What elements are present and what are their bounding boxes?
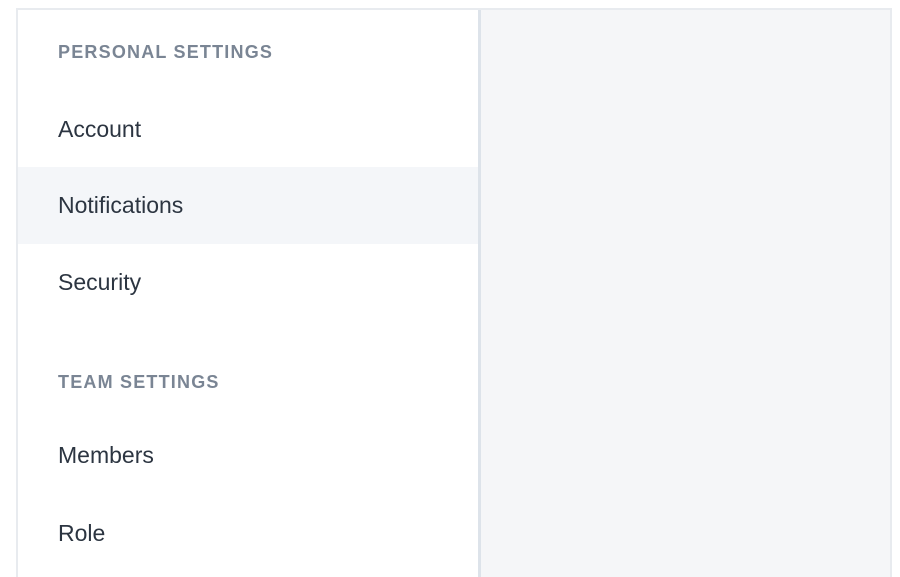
- sidebar-item-account[interactable]: Account: [18, 91, 478, 168]
- sidebar-item-notifications[interactable]: Notifications: [18, 167, 478, 244]
- settings-sidebar: PERSONAL SETTINGS Account Notifications …: [18, 10, 478, 577]
- sidebar-item-security[interactable]: Security: [18, 244, 478, 321]
- personal-settings-heading: PERSONAL SETTINGS: [58, 42, 274, 62]
- sidebar-item-role[interactable]: Role: [18, 495, 478, 572]
- sidebar-item-members[interactable]: Members: [18, 417, 478, 494]
- settings-panel: PERSONAL SETTINGS Account Notifications …: [16, 8, 892, 577]
- settings-content-area: [478, 10, 890, 577]
- team-settings-heading: TEAM SETTINGS: [58, 372, 220, 392]
